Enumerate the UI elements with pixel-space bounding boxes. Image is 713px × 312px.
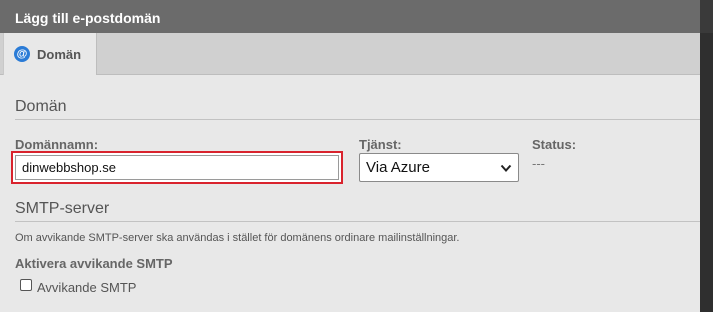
title-bar-edge	[700, 0, 713, 33]
smtp-description: Om avvikande SMTP-server ska användas i …	[15, 232, 460, 244]
smtp-section-divider	[15, 221, 700, 222]
status-value: ---	[532, 156, 545, 171]
service-select-value: Via Azure	[366, 159, 430, 176]
tab-domain-label: Domän	[37, 46, 82, 62]
custom-smtp-checkbox[interactable]	[20, 279, 32, 291]
enable-smtp-heading: Aktivera avvikande SMTP	[15, 256, 173, 271]
service-label: Tjänst:	[359, 137, 402, 152]
domain-name-label: Domännamn:	[15, 137, 99, 152]
tab-domain[interactable]: @ Domän	[3, 33, 97, 75]
dialog-title-bar: Lägg till e-postdomän	[0, 0, 713, 33]
domain-name-input[interactable]	[15, 155, 339, 180]
tab-strip: @ Domän	[0, 33, 713, 75]
at-icon: @	[14, 46, 30, 62]
dialog-title: Lägg till e-postdomän	[15, 10, 161, 26]
scrollbar-edge	[700, 33, 713, 312]
service-select[interactable]: Via Azure	[359, 153, 519, 182]
status-label: Status:	[532, 137, 577, 152]
domain-section-divider	[15, 119, 700, 120]
smtp-section-heading: SMTP-server	[15, 200, 110, 217]
custom-smtp-checkbox-label[interactable]: Avvikande SMTP	[37, 280, 136, 295]
domain-section-heading: Domän	[15, 98, 67, 115]
chevron-down-icon	[500, 164, 512, 172]
domain-name-highlight	[11, 151, 343, 184]
